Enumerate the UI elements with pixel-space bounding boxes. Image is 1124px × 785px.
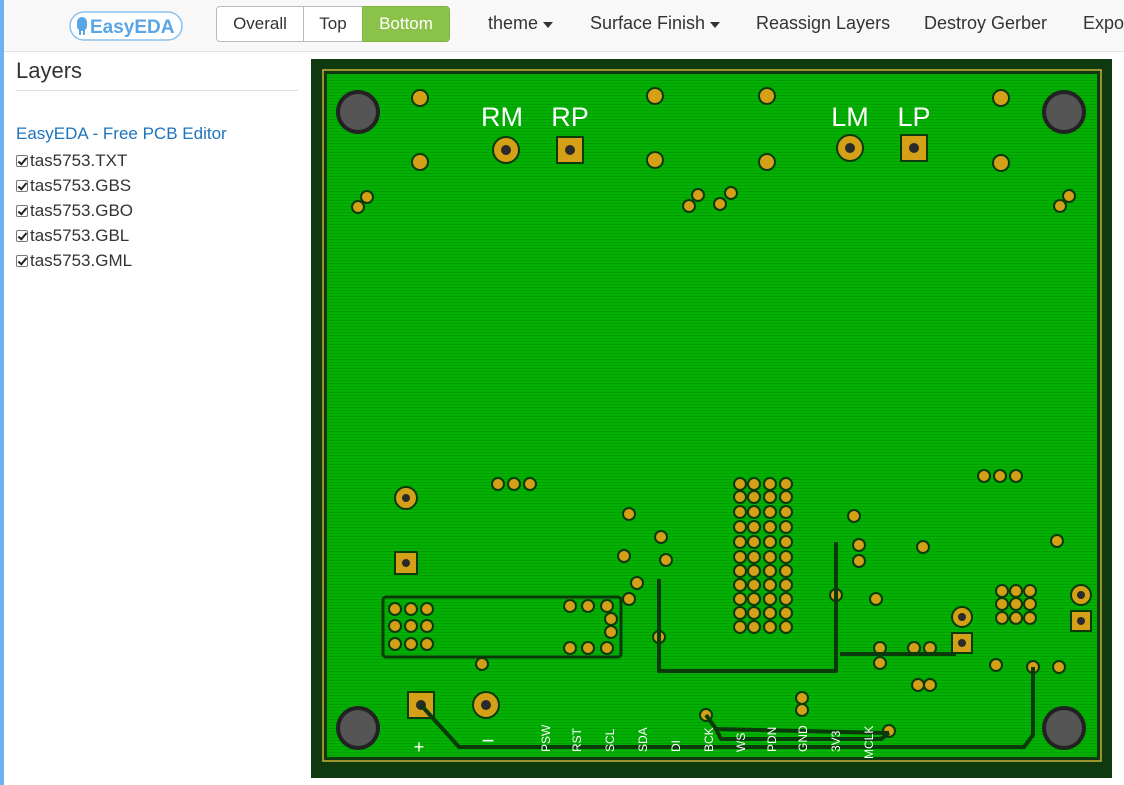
left-accent-bar xyxy=(0,0,4,785)
pin-label: 3V3 xyxy=(829,730,843,752)
layer-name: tas5753.GBO xyxy=(30,200,134,220)
view-top-button[interactable]: Top xyxy=(303,6,363,42)
layer-checkbox[interactable] xyxy=(16,154,28,167)
easyeda-editor-link[interactable]: EasyEDA - Free PCB Editor xyxy=(16,124,227,144)
layer-checkbox[interactable] xyxy=(16,229,28,242)
layer-list: tas5753.TXT tas5753.GBS tas5753.GBO tas5… xyxy=(16,148,133,273)
view-bottom-button[interactable]: Bottom xyxy=(362,6,450,42)
pin-label: MCLK xyxy=(862,726,876,759)
layer-item[interactable]: tas5753.GML xyxy=(16,248,133,273)
divider xyxy=(16,90,298,91)
theme-menu-label: theme xyxy=(488,13,539,33)
reassign-layers-label: Reassign Layers xyxy=(756,13,891,33)
layer-checkbox[interactable] xyxy=(16,254,28,267)
label-rm: RM xyxy=(481,102,523,132)
export-label: Expo xyxy=(1083,13,1124,33)
pin-label: RST xyxy=(570,727,584,752)
label-minus: − xyxy=(482,728,495,753)
label-lm: LM xyxy=(831,102,869,132)
pin-label: DI xyxy=(669,740,683,752)
caret-down-icon xyxy=(710,21,721,28)
logo-text: EasyEDA xyxy=(90,17,175,38)
export-link[interactable]: Expo xyxy=(1083,13,1124,34)
label-plus: + xyxy=(414,737,425,757)
reassign-layers-link[interactable]: Reassign Layers xyxy=(756,13,890,34)
layer-name: tas5753.GBS xyxy=(30,175,132,195)
layer-name: tas5753.GML xyxy=(30,250,133,270)
destroy-gerber-link[interactable]: Destroy Gerber xyxy=(924,13,1047,34)
layer-item[interactable]: tas5753.TXT xyxy=(16,148,133,173)
layer-item[interactable]: tas5753.GBO xyxy=(16,198,133,223)
label-rp: RP xyxy=(551,102,589,132)
layers-heading: Layers xyxy=(16,58,83,83)
pin-label: SCL xyxy=(603,728,617,752)
destroy-gerber-label: Destroy Gerber xyxy=(924,13,1048,33)
surface-finish-menu-label: Surface Finish xyxy=(590,13,706,33)
easyeda-logo[interactable]: EasyEDA xyxy=(66,6,186,46)
pin-label: WS xyxy=(734,733,748,752)
pcb-preview[interactable]: RM RP LM LP + − PSW RST SCL SDA DI BCK W… xyxy=(311,59,1112,778)
pin-label: GND xyxy=(796,725,810,752)
copper-pour xyxy=(327,74,1097,757)
layer-checkbox[interactable] xyxy=(16,179,28,192)
view-toggle-group: Overall Top Bottom xyxy=(216,6,450,42)
view-overall-button[interactable]: Overall xyxy=(216,6,304,42)
pin-label: PSW xyxy=(539,724,553,752)
label-lp: LP xyxy=(897,102,930,132)
theme-menu[interactable]: theme xyxy=(488,13,554,34)
pin-label: PDN xyxy=(765,727,779,752)
layer-checkbox[interactable] xyxy=(16,204,28,217)
layer-item[interactable]: tas5753.GBL xyxy=(16,223,133,248)
pin-label: BCK xyxy=(702,727,716,752)
layer-name: tas5753.TXT xyxy=(30,150,128,170)
caret-down-icon xyxy=(543,21,554,28)
pin-label: SDA xyxy=(636,727,650,752)
layer-name: tas5753.GBL xyxy=(30,225,130,245)
layer-item[interactable]: tas5753.GBS xyxy=(16,173,133,198)
surface-finish-menu[interactable]: Surface Finish xyxy=(590,13,721,34)
top-navbar: EasyEDA Overall Top Bottom theme Surface… xyxy=(4,0,1124,52)
